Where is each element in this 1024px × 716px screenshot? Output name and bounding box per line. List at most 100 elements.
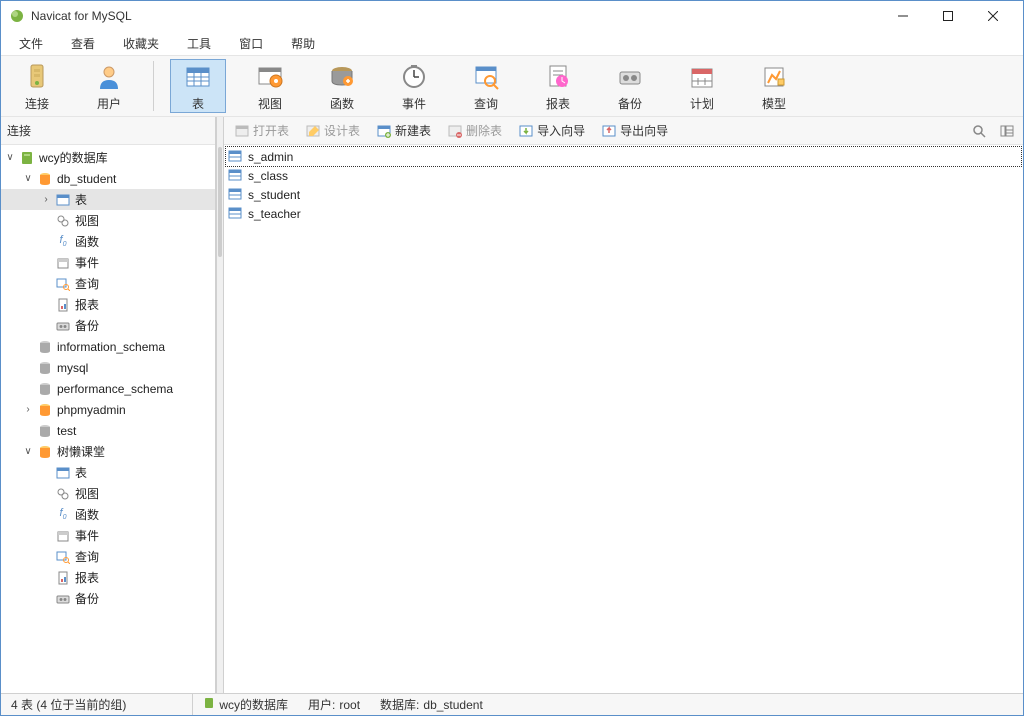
- tree-folder-report[interactable]: 报表: [1, 294, 215, 315]
- new-table-icon: [376, 123, 392, 139]
- tree-db-info-schema[interactable]: information_schema: [1, 336, 215, 357]
- tree-db-student[interactable]: ∨db_student: [1, 168, 215, 189]
- toolbar-report-label: 报表: [546, 95, 570, 112]
- tree-sl-backup[interactable]: 备份: [1, 588, 215, 609]
- minimize-button[interactable]: [880, 1, 925, 31]
- tree-folder-event[interactable]: 事件: [1, 252, 215, 273]
- tree-sl-report[interactable]: 报表: [1, 567, 215, 588]
- design-table-icon: [305, 123, 321, 139]
- menu-tools[interactable]: 工具: [173, 33, 225, 54]
- server-icon: [19, 150, 35, 166]
- search-button[interactable]: [969, 121, 989, 141]
- statusbar: 4 表 (4 位于当前的组) wcy的数据库 用户: root 数据库: db_…: [1, 693, 1023, 715]
- tree-db-test[interactable]: test: [1, 420, 215, 441]
- table-item-s-admin[interactable]: s_admin: [226, 147, 1021, 166]
- view-mode-button[interactable]: [997, 121, 1017, 141]
- toolbar-table[interactable]: 表: [170, 59, 226, 113]
- menu-view[interactable]: 查看: [57, 33, 109, 54]
- event-icon: [398, 61, 430, 93]
- tree-sl-event[interactable]: 事件: [1, 525, 215, 546]
- database-closed-icon: [37, 360, 53, 376]
- database-closed-icon: [37, 339, 53, 355]
- menu-favorites[interactable]: 收藏夹: [109, 33, 173, 54]
- expand-icon[interactable]: ∨: [3, 151, 17, 165]
- expand-icon[interactable]: ∨: [21, 172, 35, 186]
- menubar: 文件 查看 收藏夹 工具 窗口 帮助: [1, 31, 1023, 55]
- toolbar-report[interactable]: 报表: [530, 59, 586, 113]
- import-wizard-button[interactable]: 导入向导: [514, 120, 589, 141]
- function-icon: [326, 61, 358, 93]
- toolbar-function[interactable]: 函数: [314, 59, 370, 113]
- expand-icon[interactable]: ∨: [21, 445, 35, 459]
- table-item-s-student[interactable]: s_student: [226, 185, 1021, 204]
- toolbar-query-label: 查询: [474, 95, 498, 112]
- table-item-icon: [228, 206, 244, 222]
- toolbar-schedule[interactable]: 计划: [674, 59, 730, 113]
- tree-folder-table[interactable]: ›表: [1, 189, 215, 210]
- menu-help[interactable]: 帮助: [277, 33, 329, 54]
- table-icon: [182, 61, 214, 93]
- toolbar-event[interactable]: 事件: [386, 59, 442, 113]
- tree-db-phpmyadmin[interactable]: ›phpmyadmin: [1, 399, 215, 420]
- splitter[interactable]: [216, 117, 224, 693]
- tree-folder-query[interactable]: 查询: [1, 273, 215, 294]
- tree-sl-func[interactable]: f0函数: [1, 504, 215, 525]
- sub-toolbar: 打开表 设计表 新建表 删除表 导入向导 导出向导: [224, 117, 1023, 145]
- toolbar-view[interactable]: 视图: [242, 59, 298, 113]
- toolbar-divider: [153, 61, 154, 111]
- menu-file[interactable]: 文件: [5, 33, 57, 54]
- schedule-icon: [686, 61, 718, 93]
- status-connection: wcy的数据库: [193, 694, 298, 715]
- toolbar-connection-label: 连接: [25, 95, 49, 112]
- status-count: 4 表 (4 位于当前的组): [1, 694, 136, 715]
- toolbar-model[interactable]: 模型: [746, 59, 802, 113]
- tree-sl-view[interactable]: 视图: [1, 483, 215, 504]
- expand-icon[interactable]: ›: [21, 403, 35, 417]
- status-database: 数据库: db_student: [370, 694, 493, 715]
- tree-db-perf-schema[interactable]: performance_schema: [1, 378, 215, 399]
- tree-folder-backup[interactable]: 备份: [1, 315, 215, 336]
- tree-db-mysql[interactable]: mysql: [1, 357, 215, 378]
- scroll-thumb[interactable]: [218, 147, 222, 257]
- app-icon: [9, 8, 25, 24]
- sidebar-header: 连接: [1, 117, 215, 145]
- table-item-s-teacher[interactable]: s_teacher: [226, 204, 1021, 223]
- expand-icon[interactable]: ›: [39, 193, 53, 207]
- toolbar-schedule-label: 计划: [690, 95, 714, 112]
- toolbar-event-label: 事件: [402, 95, 426, 112]
- toolbar-query[interactable]: 查询: [458, 59, 514, 113]
- close-button[interactable]: [970, 1, 1015, 31]
- table-item-icon: [228, 187, 244, 203]
- design-table-button[interactable]: 设计表: [301, 120, 364, 141]
- menu-window[interactable]: 窗口: [225, 33, 277, 54]
- open-table-button[interactable]: 打开表: [230, 120, 293, 141]
- new-table-button[interactable]: 新建表: [372, 120, 435, 141]
- tree-folder-func[interactable]: f0函数: [1, 231, 215, 252]
- window-controls: [880, 1, 1015, 31]
- toolbar-function-label: 函数: [330, 95, 354, 112]
- body: 连接 ∨wcy的数据库 ∨db_student ›表 视图 f0函数 事件 查询…: [1, 117, 1023, 693]
- event-folder-icon: [55, 255, 71, 271]
- toolbar-user-label: 用户: [97, 95, 121, 112]
- user-icon: [93, 61, 125, 93]
- tree-sl-query[interactable]: 查询: [1, 546, 215, 567]
- func-folder-icon: f0: [55, 507, 71, 523]
- toolbar-user[interactable]: 用户: [81, 59, 137, 113]
- export-icon: [601, 123, 617, 139]
- export-wizard-button[interactable]: 导出向导: [597, 120, 672, 141]
- view-folder-icon: [55, 213, 71, 229]
- connection-icon: [21, 61, 53, 93]
- view-icon: [254, 61, 286, 93]
- tree-folder-view[interactable]: 视图: [1, 210, 215, 231]
- database-closed-icon: [37, 423, 53, 439]
- tree-root[interactable]: ∨wcy的数据库: [1, 147, 215, 168]
- tree-db-sl[interactable]: ∨树懒课堂: [1, 441, 215, 462]
- maximize-button[interactable]: [925, 1, 970, 31]
- connection-tree: ∨wcy的数据库 ∨db_student ›表 视图 f0函数 事件 查询 报表…: [1, 145, 215, 693]
- toolbar-backup[interactable]: 备份: [602, 59, 658, 113]
- table-item-s-class[interactable]: s_class: [226, 166, 1021, 185]
- delete-table-button[interactable]: 删除表: [443, 120, 506, 141]
- tree-sl-table[interactable]: 表: [1, 462, 215, 483]
- toolbar-connection[interactable]: 连接: [9, 59, 65, 113]
- func-folder-icon: f0: [55, 234, 71, 250]
